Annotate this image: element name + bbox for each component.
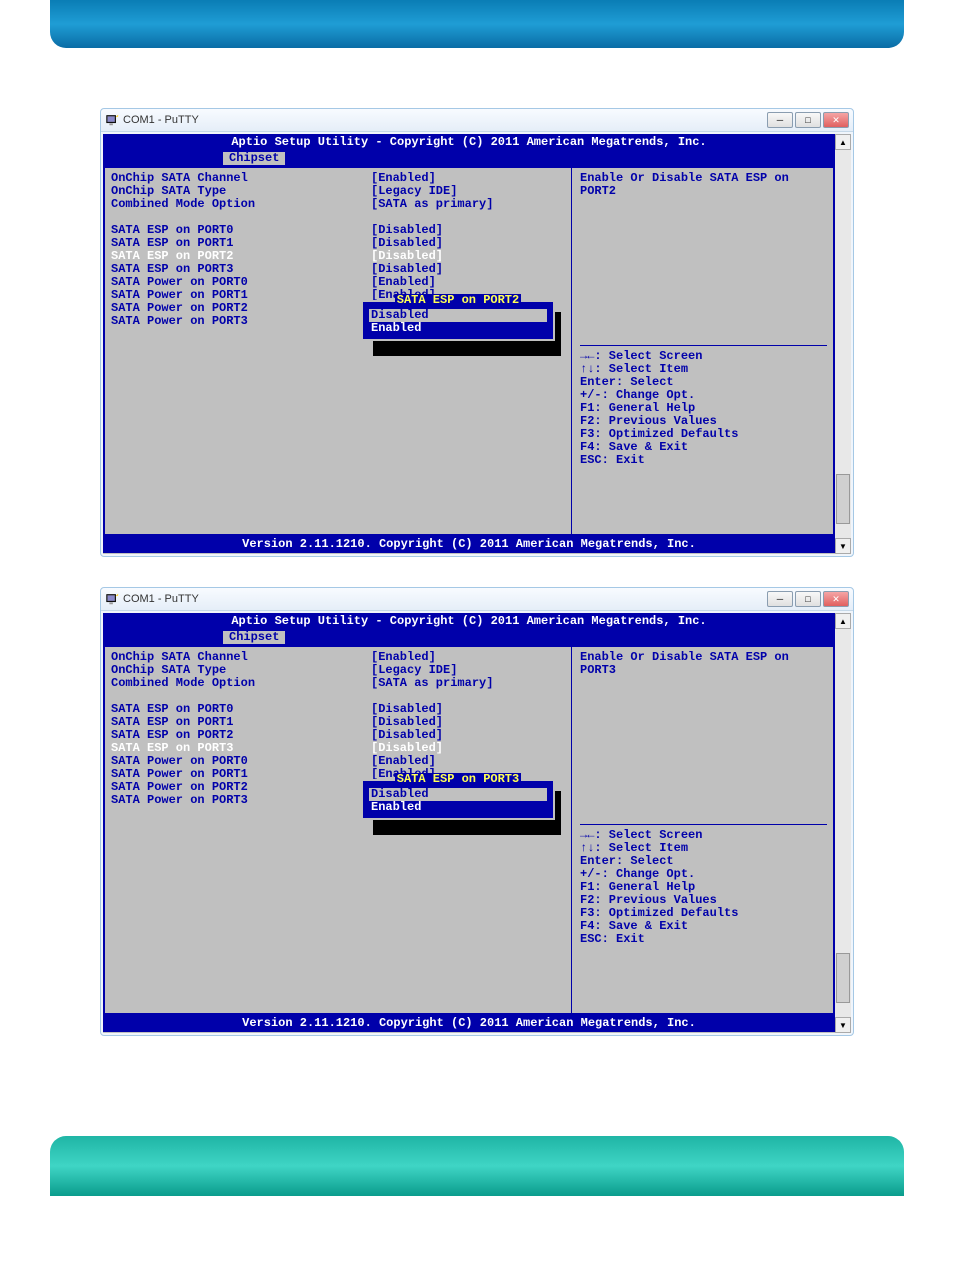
bios-content: Aptio Setup Utility - Copyright (C) 2011… [103, 613, 835, 1033]
minimize-button[interactable]: ─ [767, 591, 793, 607]
window-title: COM1 - PuTTY [123, 114, 767, 126]
bios-header: Aptio Setup Utility - Copyright (C) 2011… [103, 134, 835, 151]
bios-footer: Version 2.11.1210. Copyright (C) 2011 Am… [103, 1015, 835, 1032]
terminal-area[interactable]: ▲ ▼Aptio Setup Utility - Copyright (C) 2… [103, 613, 851, 1033]
setting-row[interactable]: Combined Mode Option[SATA as primary] [111, 677, 571, 690]
scroll-up-button[interactable]: ▲ [835, 613, 851, 629]
close-button[interactable]: ✕ [823, 591, 849, 607]
scrollbar[interactable]: ▲ ▼ [834, 613, 851, 1033]
bios-header: Aptio Setup Utility - Copyright (C) 2011… [103, 613, 835, 630]
setting-value: [SATA as primary] [371, 198, 571, 211]
maximize-button[interactable]: □ [795, 112, 821, 128]
putty-icon [105, 113, 119, 127]
help-panel: Enable Or Disable SATA ESP onPORT2 →←: Se… [571, 168, 835, 536]
nav-hint: ESC: Exit [580, 454, 827, 467]
minimize-button[interactable]: ─ [767, 112, 793, 128]
titlebar[interactable]: COM1 - PuTTY ─ □ ✕ [101, 109, 853, 132]
close-button[interactable]: ✕ [823, 112, 849, 128]
putty-window-1: COM1 - PuTTY ─ □ ✕ ▲ ▼Aptio Setup Utilit… [100, 587, 854, 1036]
help-divider [580, 824, 827, 825]
maximize-button[interactable]: □ [795, 591, 821, 607]
help-text: Enable Or Disable SATA ESP on [580, 172, 827, 185]
titlebar[interactable]: COM1 - PuTTY ─ □ ✕ [101, 588, 853, 611]
popup-title: SATA ESP on PORT2 [395, 294, 521, 307]
nav-hint: ESC: Exit [580, 933, 827, 946]
scroll-up-button[interactable]: ▲ [835, 134, 851, 150]
setting-label: Combined Mode Option [111, 198, 371, 211]
popup-item[interactable]: Enabled [369, 322, 547, 335]
putty-icon [105, 592, 119, 606]
help-text: Enable Or Disable SATA ESP on [580, 651, 827, 664]
nav-hints: →←: Select Screen↑↓: Select ItemEnter: S… [580, 829, 827, 946]
bios-content: Aptio Setup Utility - Copyright (C) 2011… [103, 134, 835, 554]
terminal-area[interactable]: ▲ ▼Aptio Setup Utility - Copyright (C) 2… [103, 134, 851, 554]
scroll-thumb[interactable] [836, 953, 850, 1003]
window-controls: ─ □ ✕ [767, 591, 849, 607]
setting-row[interactable]: Combined Mode Option[SATA as primary] [111, 198, 571, 211]
popup-item[interactable]: Enabled [369, 801, 547, 814]
window-controls: ─ □ ✕ [767, 112, 849, 128]
option-popup[interactable]: SATA ESP on PORT3 DisabledEnabled [361, 779, 555, 820]
page-header-bar [50, 0, 904, 48]
window-title: COM1 - PuTTY [123, 593, 767, 605]
menu-tab-chipset[interactable]: Chipset [223, 631, 285, 644]
popup-title: SATA ESP on PORT3 [395, 773, 521, 786]
help-divider [580, 345, 827, 346]
bios-body: OnChip SATA Channel[Enabled]OnChip SATA … [103, 647, 835, 1015]
scrollbar[interactable]: ▲ ▼ [834, 134, 851, 554]
help-text: PORT3 [580, 664, 827, 677]
settings-panel: OnChip SATA Channel[Enabled]OnChip SATA … [103, 647, 571, 1015]
help-text: PORT2 [580, 185, 827, 198]
bios-footer: Version 2.11.1210. Copyright (C) 2011 Am… [103, 536, 835, 553]
scroll-down-button[interactable]: ▼ [835, 538, 851, 554]
setting-value: [SATA as primary] [371, 677, 571, 690]
scroll-thumb[interactable] [836, 474, 850, 524]
bios-menu-row: Chipset [103, 151, 835, 168]
setting-label: SATA Power on PORT3 [111, 794, 371, 807]
setting-label: Combined Mode Option [111, 677, 371, 690]
scroll-down-button[interactable]: ▼ [835, 1017, 851, 1033]
help-panel: Enable Or Disable SATA ESP onPORT3 →←: Se… [571, 647, 835, 1015]
bios-body: OnChip SATA Channel[Enabled]OnChip SATA … [103, 168, 835, 536]
setting-label: SATA Power on PORT3 [111, 315, 371, 328]
nav-hints: →←: Select Screen↑↓: Select ItemEnter: S… [580, 350, 827, 467]
menu-tab-chipset[interactable]: Chipset [223, 152, 285, 165]
page-footer-bar [50, 1136, 904, 1196]
bios-menu-row: Chipset [103, 630, 835, 647]
settings-panel: OnChip SATA Channel[Enabled]OnChip SATA … [103, 168, 571, 536]
option-popup[interactable]: SATA ESP on PORT2 DisabledEnabled [361, 300, 555, 341]
putty-window-0: COM1 - PuTTY ─ □ ✕ ▲ ▼Aptio Setup Utilit… [100, 108, 854, 557]
